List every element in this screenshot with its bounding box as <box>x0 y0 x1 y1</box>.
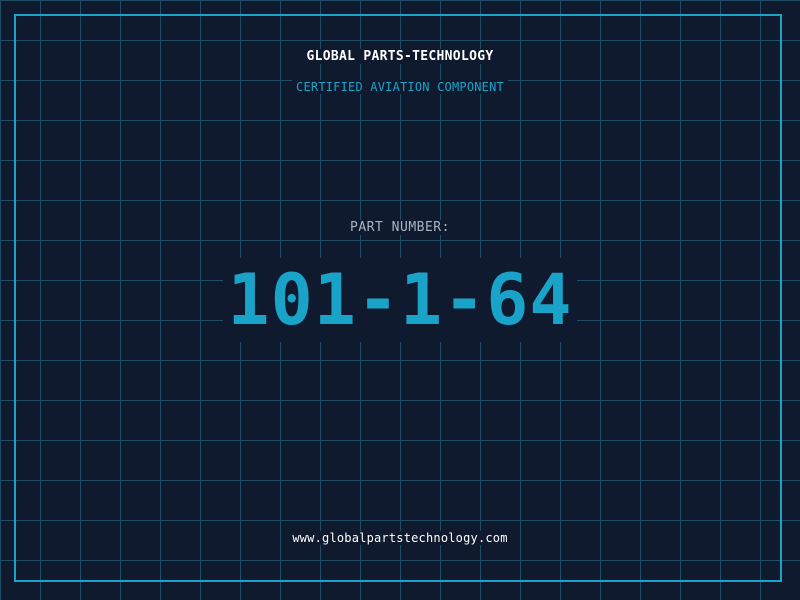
tagline: CERTIFIED AVIATION COMPONENT <box>292 80 508 94</box>
company-name-row: GLOBAL PARTS-TECHNOLOGY <box>0 49 800 64</box>
part-number-row: 101-1-64 <box>0 258 800 342</box>
blueprint-canvas: GLOBAL PARTS-TECHNOLOGY CERTIFIED AVIATI… <box>0 0 800 600</box>
tagline-row: CERTIFIED AVIATION COMPONENT <box>0 80 800 94</box>
company-name: GLOBAL PARTS-TECHNOLOGY <box>302 49 498 64</box>
website-url: www.globalpartstechnology.com <box>288 531 512 545</box>
website-row: www.globalpartstechnology.com <box>0 531 800 545</box>
part-number-label-row: PART NUMBER: <box>0 220 800 235</box>
part-number-value: 101-1-64 <box>223 258 577 342</box>
part-number-label: PART NUMBER: <box>346 220 454 235</box>
